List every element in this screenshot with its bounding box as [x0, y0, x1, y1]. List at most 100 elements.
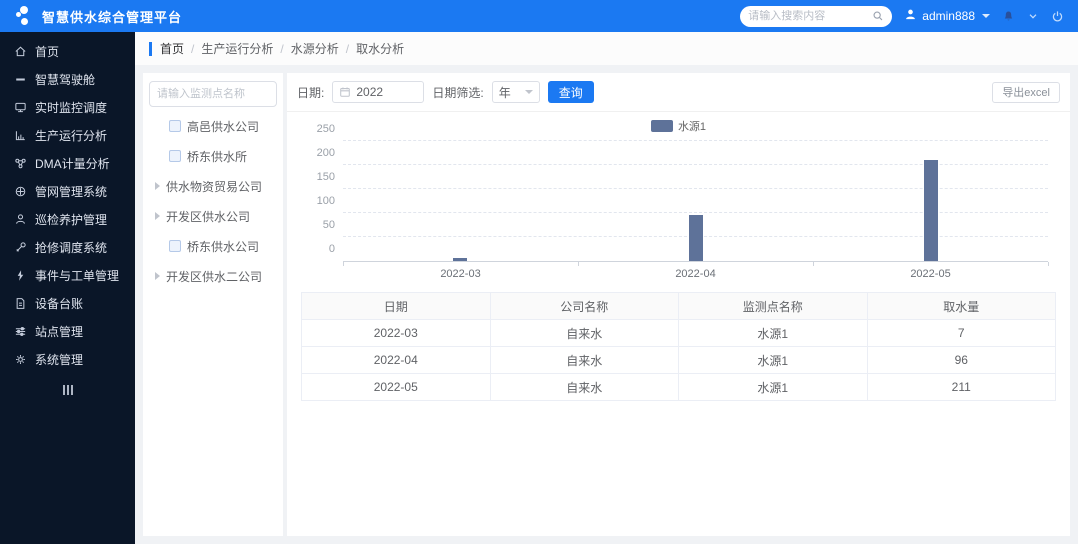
power-icon[interactable]	[1051, 10, 1064, 23]
expand-arrow-icon[interactable]	[155, 182, 160, 190]
breadcrumb-item[interactable]: 生产运行分析	[201, 42, 273, 56]
tree-checkbox[interactable]	[169, 150, 181, 162]
y-axis-tick-label: 200	[316, 147, 335, 159]
sidebar-item-person[interactable]: 巡检养护管理	[0, 205, 135, 233]
chart-legend[interactable]: 水源1	[301, 118, 1056, 134]
tree-search	[149, 81, 277, 107]
y-axis-tick-label: 100	[316, 195, 335, 207]
tree-node[interactable]: 开发区供水二公司	[149, 261, 277, 291]
tree-search-input[interactable]	[149, 81, 277, 107]
sidebar-item-wrench[interactable]: 抢修调度系统	[0, 233, 135, 261]
table-cell: 96	[866, 346, 1056, 374]
sidebar-collapse-icon[interactable]	[0, 381, 135, 399]
legend-label: 水源1	[677, 121, 707, 133]
tree-node[interactable]: 高邑供水公司	[149, 111, 277, 141]
chart-gridline	[343, 188, 1048, 189]
sidebar-item-label: 系统管理	[35, 352, 84, 367]
sidebar-item-gear[interactable]: 系统管理	[0, 345, 135, 373]
expand-arrow-icon[interactable]	[155, 212, 160, 220]
table-header-cell: 监测点名称	[678, 292, 868, 320]
monitor-point-tree-panel: 高邑供水公司桥东供水所供水物资贸易公司开发区供水公司桥东供水公司开发区供水二公司	[143, 73, 283, 536]
table-row: 2022-03 自来水 水源1 7	[301, 319, 1056, 347]
period-select-value: 年	[498, 85, 511, 100]
sidebar-item-label: 设备台账	[35, 296, 84, 311]
table-cell: 自来水	[489, 373, 679, 401]
x-axis-tick-label: 2022-04	[675, 268, 716, 280]
expand-arrow-icon[interactable]	[155, 272, 160, 280]
breadcrumb-accent	[149, 41, 152, 56]
tree-node-label: 桥东供水所	[187, 149, 248, 164]
table-cell: 211	[866, 373, 1056, 401]
user-menu[interactable]: admin888	[904, 8, 990, 24]
sidebar-item-home[interactable]: 首页	[0, 37, 135, 65]
tree-node[interactable]: 供水物资贸易公司	[149, 171, 277, 201]
y-axis-tick-label: 0	[328, 243, 335, 255]
chart-bar[interactable]	[688, 214, 703, 261]
date-input[interactable]	[356, 85, 407, 99]
tree-checkbox[interactable]	[169, 120, 181, 132]
breadcrumb-item[interactable]: 首页	[160, 42, 184, 56]
sidebar-item-dashboard[interactable]: 智慧驾驶舱	[0, 65, 135, 93]
tree-node[interactable]: 桥东供水所	[149, 141, 277, 171]
query-button[interactable]: 查询	[547, 81, 594, 103]
sidebar-item-chart[interactable]: 生产运行分析	[0, 121, 135, 149]
app-title: 智慧供水综合管理平台	[42, 9, 183, 25]
top-header: 智慧供水综合管理平台 admin888	[0, 0, 1078, 32]
tree-checkbox[interactable]	[169, 240, 181, 252]
table-section: 日期 公司名称 监测点名称 取水量 2022-03 自来水 水源1 7 2022-04 自来水水…	[301, 292, 1056, 401]
breadcrumb-item[interactable]: 取水分析	[356, 42, 404, 56]
table-body: 2022-03 自来水 水源1 7 2022-04 自来水 水源1 96 2022-05 自来水水…	[301, 319, 1056, 401]
tree-node-label: 高邑供水公司	[187, 119, 260, 134]
sidebar-item-ledger[interactable]: 设备台账	[0, 289, 135, 317]
period-select[interactable]: 年	[491, 81, 540, 103]
chevron-down-icon	[982, 14, 990, 18]
tree-node[interactable]: 桥东供水公司	[149, 231, 277, 261]
x-axis-tick-label: 2022-03	[440, 268, 481, 280]
x-axis-tick-mark	[343, 262, 344, 266]
export-excel-button[interactable]: 导出excel	[992, 81, 1060, 103]
tree-list: 高邑供水公司 桥东供水所供水物资贸易公司开发区供水公司桥东供水公司开发区供水二公司	[149, 111, 277, 291]
bell-icon[interactable]	[1002, 10, 1015, 23]
table-cell: 2022-04	[301, 346, 491, 374]
bar-chart: 0 50 100 150 200 250 2022-03 2022-04 2022-05	[317, 123, 1049, 282]
date-picker[interactable]	[332, 81, 425, 103]
sidebar-item-dma[interactable]: DMA计量分析	[0, 149, 135, 177]
legend-swatch	[650, 120, 673, 132]
period-label: 日期筛选:	[432, 85, 484, 100]
breadcrumb-item[interactable]: 水源分析	[291, 42, 339, 56]
app-logo-icon	[14, 5, 34, 27]
table-cell: 2022-03	[301, 319, 491, 347]
sidebar-item-label: 巡检养护管理	[35, 212, 108, 227]
tree-node-label: 开发区供水二公司	[166, 269, 263, 284]
sidebar-item-event[interactable]: 事件与工单管理	[0, 261, 135, 289]
table-header-row: 日期 公司名称 监测点名称 取水量	[301, 292, 1056, 320]
global-search-input[interactable]	[748, 10, 873, 22]
chart-bar[interactable]	[923, 159, 938, 261]
tree-node-label: 桥东供水公司	[187, 239, 260, 254]
table-cell: 7	[866, 319, 1056, 347]
person-icon	[14, 213, 27, 226]
ledger-icon	[14, 297, 27, 310]
table-cell: 自来水	[489, 346, 679, 374]
y-axis-tick-label: 50	[322, 219, 335, 231]
y-axis-tick-label: 150	[316, 171, 335, 183]
tree-node-label: 供水物资贸易公司	[166, 179, 263, 194]
sidebar-item-label: 首页	[35, 44, 60, 59]
table-row: 2022-05 自来水 水源1 211	[301, 373, 1056, 401]
sliders-icon	[14, 325, 27, 338]
breadcrumb-separator: /	[191, 41, 195, 56]
breadcrumb-separator: /	[345, 41, 350, 56]
date-label: 日期:	[297, 85, 325, 100]
sidebar-item-sliders[interactable]: 站点管理	[0, 317, 135, 345]
user-icon	[904, 8, 917, 24]
chevron-icon[interactable]	[1027, 10, 1039, 22]
search-icon[interactable]	[872, 10, 884, 22]
sidebar-item-pipe-network[interactable]: 管网管理系统	[0, 177, 135, 205]
dma-icon	[14, 157, 27, 170]
sidebar-item-monitor[interactable]: 实时监控调度	[0, 93, 135, 121]
chart-bar[interactable]	[453, 257, 468, 261]
tree-node[interactable]: 开发区供水公司	[149, 201, 277, 231]
breadcrumb: 首页 / 生产运行分析 / 水源分析 / 取水分析	[135, 32, 1078, 65]
x-axis-tick-mark	[813, 262, 814, 266]
content: 高邑供水公司桥东供水所供水物资贸易公司开发区供水公司桥东供水公司开发区供水二公司…	[135, 65, 1078, 544]
